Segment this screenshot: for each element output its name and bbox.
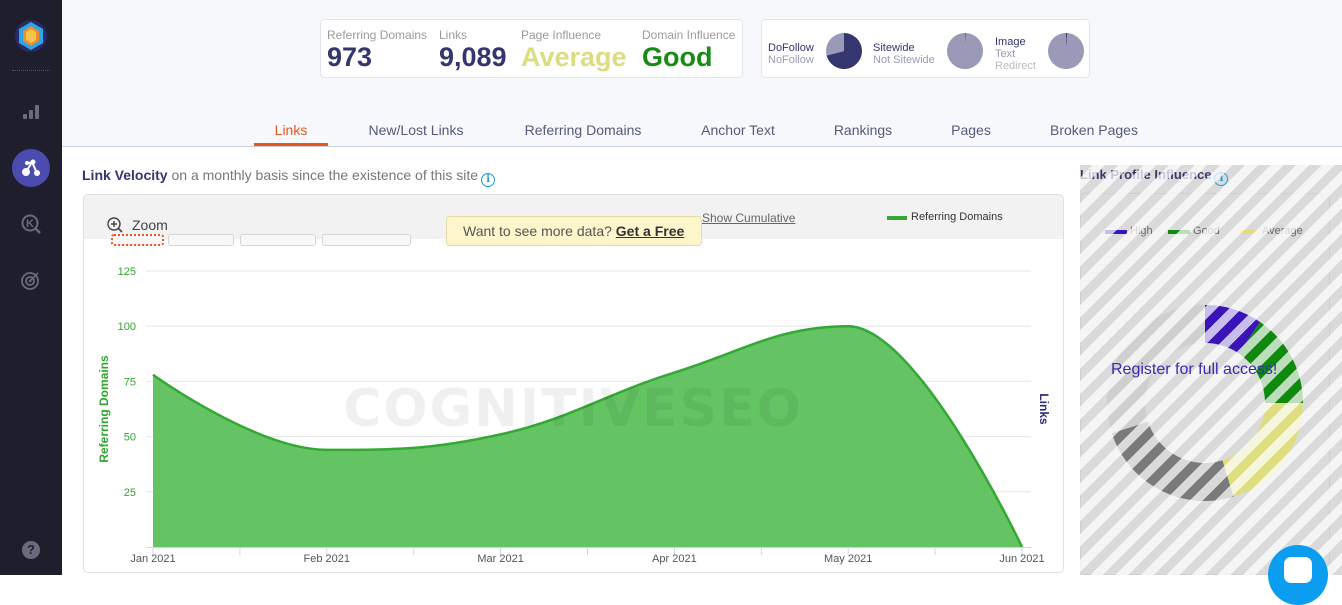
- donut-segment: [1112, 422, 1234, 501]
- tab-rankings[interactable]: Rankings: [834, 122, 892, 138]
- pie-slice-text: [1048, 33, 1084, 69]
- tab-pages[interactable]: Pages: [951, 122, 991, 138]
- section-title-rest: on a monthly basis since the existence o…: [168, 167, 479, 183]
- app-logo-icon[interactable]: [12, 17, 50, 55]
- domain-influence-value: Good: [642, 42, 712, 73]
- link-velocity-chart: Zoom Want to see more data? Get a Free S…: [83, 194, 1064, 573]
- page-influence-value: Average: [521, 42, 627, 73]
- pie-slice-not-sitewide: [947, 33, 983, 69]
- sidebar-item-help[interactable]: ?: [12, 531, 50, 569]
- keyword-search-icon: K: [20, 213, 42, 235]
- section-title-bold: Link Velocity: [82, 167, 168, 183]
- links-value: 9,089: [439, 42, 507, 73]
- page-influence-label: Page Influence: [521, 28, 601, 42]
- bar-chart-icon: [22, 103, 40, 121]
- sidebar: K ?: [0, 0, 62, 575]
- link-profile-influence-panel: Link Profile Influencei High Good Averag…: [1080, 165, 1342, 575]
- x-tick-label: May 2021: [824, 553, 872, 565]
- promo-text: Want to see more data?: [463, 223, 616, 239]
- get-free-link[interactable]: Get a Free: [616, 223, 684, 239]
- x-tick-label: Jun 2021: [999, 553, 1044, 565]
- chart-plot: COGNITIVESEO 25 50 75 100 125 Jan 2021 Feb 202…: [84, 239, 1064, 573]
- image-label: Image: [995, 36, 1026, 48]
- link-format-pie: [1047, 32, 1085, 70]
- chart-watermark: COGNITIVESEO: [343, 379, 803, 439]
- y-tick-label: 50: [124, 432, 136, 444]
- zoom-in-icon: [107, 217, 123, 233]
- target-icon: [20, 269, 42, 291]
- info-icon[interactable]: i: [481, 173, 495, 187]
- sidebar-item-dashboard[interactable]: [12, 93, 50, 131]
- x-tick-label: Mar 2021: [477, 553, 523, 565]
- chat-widget-button[interactable]: [1268, 545, 1328, 605]
- links-label: Links: [439, 28, 467, 42]
- y-axis-title: Referring Domains: [97, 355, 111, 463]
- link-graph-icon: [20, 157, 42, 179]
- link-types-card: DoFollow NoFollow Sitewide Not Sitewide …: [761, 19, 1090, 78]
- tab-broken-pages[interactable]: Broken Pages: [1050, 122, 1138, 138]
- sitewide-pie: [946, 32, 984, 70]
- domain-influence-label: Domain Influence: [642, 28, 735, 42]
- tab-new-lost-links[interactable]: New/Lost Links: [369, 122, 464, 138]
- y-tick-label: 125: [118, 266, 136, 278]
- register-prompt[interactable]: Register for full access!: [1111, 361, 1277, 379]
- dofollow-label: DoFollow: [768, 42, 814, 54]
- tab-referring-domains[interactable]: Referring Domains: [525, 122, 642, 138]
- chat-icon: [1284, 557, 1312, 583]
- x-tick-label: Jan 2021: [130, 553, 175, 565]
- chart-toolbar: Zoom Want to see more data? Get a Free S…: [84, 195, 1063, 239]
- summary-card: Referring Domains 973 Links 9,089 Page I…: [320, 19, 743, 78]
- x-tick-label: Apr 2021: [652, 553, 697, 565]
- not-sitewide-label: Not Sitewide: [873, 54, 935, 66]
- referring-domains-label: Referring Domains: [327, 28, 427, 42]
- zoom-label: Zoom: [132, 217, 168, 233]
- svg-text:K: K: [26, 218, 34, 230]
- y-tick-label: 75: [124, 376, 136, 388]
- section-title: Link Velocity on a monthly basis since t…: [82, 167, 495, 187]
- dofollow-pie: [825, 32, 863, 70]
- text-label: Text: [995, 48, 1015, 60]
- sidebar-divider: [12, 70, 50, 71]
- legend-swatch-referring-domains: [887, 216, 907, 220]
- y-axis-right-title: Links: [1037, 393, 1051, 425]
- y-tick-label: 100: [118, 321, 136, 333]
- show-cumulative-link[interactable]: Show Cumulative: [702, 211, 795, 225]
- legend-label-referring-domains[interactable]: Referring Domains: [911, 211, 1003, 223]
- y-tick-label: 25: [124, 487, 136, 499]
- help-icon: ?: [22, 541, 40, 559]
- sidebar-item-links[interactable]: [12, 149, 50, 187]
- redirect-label: Redirect: [995, 60, 1036, 72]
- tab-links[interactable]: Links: [275, 122, 308, 138]
- nofollow-label: NoFollow: [768, 54, 814, 66]
- sidebar-item-rank-tracker[interactable]: [12, 261, 50, 299]
- sitewide-label: Sitewide: [873, 42, 915, 54]
- sidebar-item-keywords[interactable]: K: [12, 205, 50, 243]
- active-tab-indicator: [254, 143, 328, 146]
- x-tick-label: Feb 2021: [304, 553, 350, 565]
- referring-domains-value: 973: [327, 42, 372, 73]
- tab-anchor-text[interactable]: Anchor Text: [701, 122, 775, 138]
- donut-segment-average: [1222, 403, 1303, 497]
